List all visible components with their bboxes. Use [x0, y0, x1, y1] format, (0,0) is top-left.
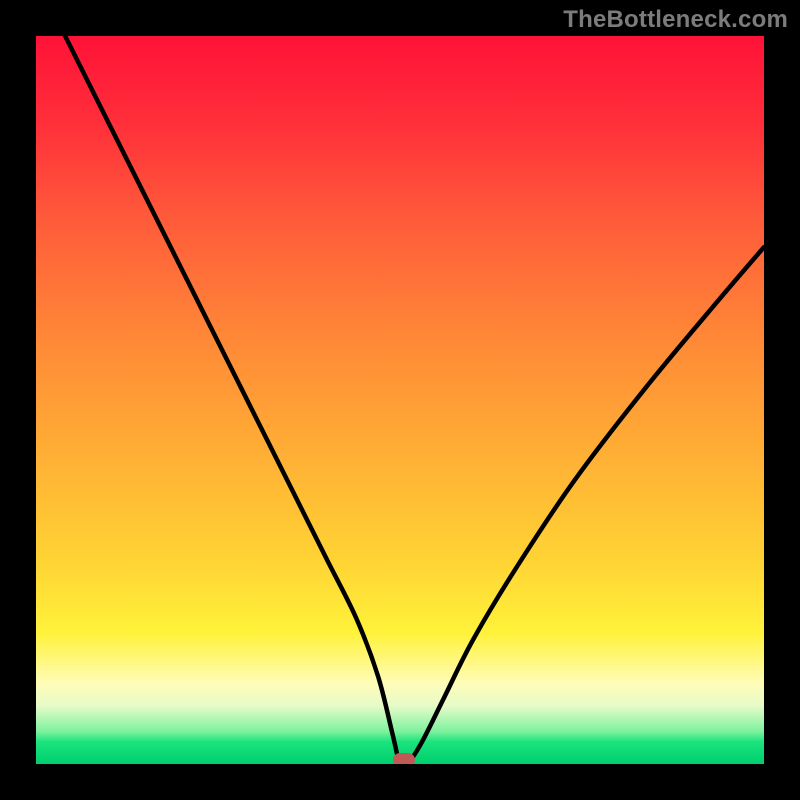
watermark-text: TheBottleneck.com — [563, 6, 788, 34]
bottleneck-curve — [36, 36, 764, 764]
chart-frame: TheBottleneck.com — [0, 0, 800, 800]
plot-area — [36, 36, 764, 764]
minimum-marker — [393, 753, 415, 764]
